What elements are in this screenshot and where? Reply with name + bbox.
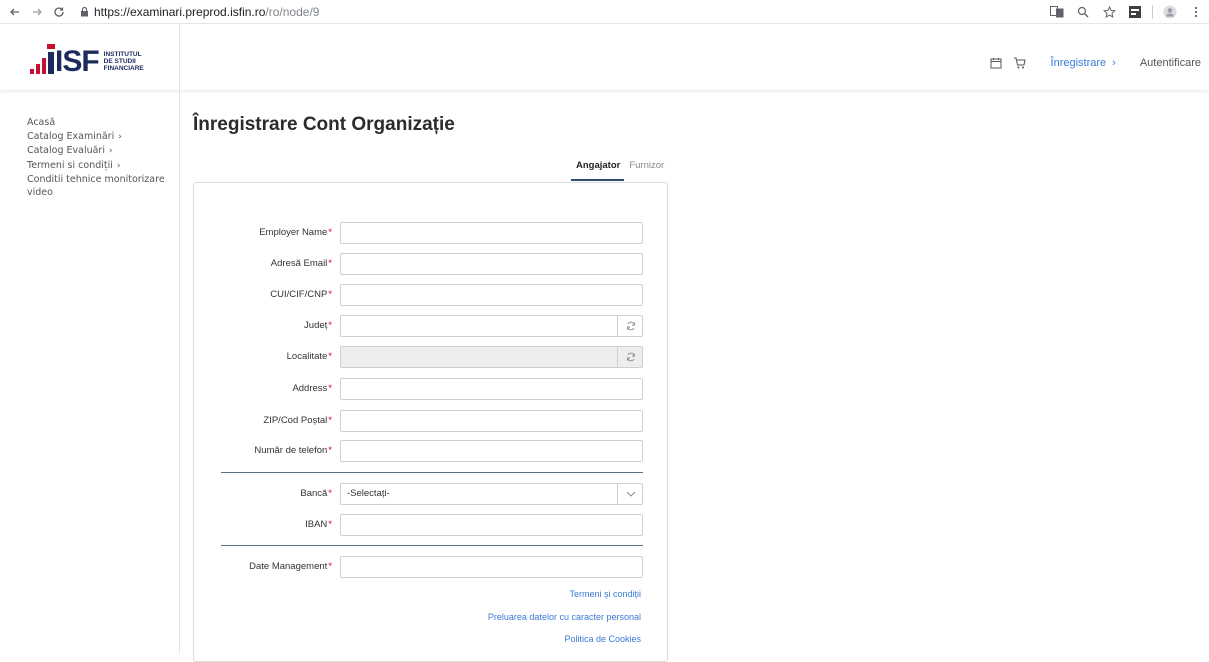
field-label: Employer Name* bbox=[259, 227, 332, 238]
register-link[interactable]: Înregistrare › bbox=[1051, 57, 1116, 69]
url-host: https://examinari.preprod.isfin.ro bbox=[94, 4, 266, 19]
form-row-address: Address* bbox=[194, 378, 669, 400]
sidebar-item-exam-catalog[interactable]: Catalog Examinări › bbox=[27, 130, 177, 144]
back-icon[interactable] bbox=[4, 1, 26, 23]
field-label: Localitate* bbox=[286, 351, 332, 362]
sidebar-item-home[interactable]: Acasă bbox=[27, 116, 177, 129]
tab-employer[interactable]: Angajator bbox=[571, 157, 625, 181]
form-row-email: Adresă Email* bbox=[194, 253, 669, 275]
logo-bars-icon bbox=[30, 50, 46, 74]
sidebar-item-evaluation-catalog[interactable]: Catalog Evaluări › bbox=[27, 144, 177, 158]
form-row-locality: Localitate* bbox=[194, 346, 669, 368]
menu-dots-icon[interactable] bbox=[1187, 3, 1205, 21]
toolbar-separator bbox=[1152, 5, 1153, 19]
form-row-employer-name: Employer Name* bbox=[194, 222, 669, 244]
logo-i-mark bbox=[47, 44, 55, 74]
county-input[interactable] bbox=[340, 315, 643, 337]
chevron-right-icon: › bbox=[118, 131, 122, 142]
url-path: /ro/node/9 bbox=[265, 4, 320, 19]
extension-icon[interactable] bbox=[1126, 3, 1144, 21]
translate-icon[interactable] bbox=[1048, 3, 1066, 21]
forward-icon[interactable] bbox=[26, 1, 48, 23]
section-divider bbox=[221, 545, 643, 546]
form-row-bank: Bancă* -Selectați- bbox=[194, 483, 669, 505]
field-label: Adresă Email* bbox=[270, 258, 332, 269]
form-row-cui: CUI/CIF/CNP* bbox=[194, 284, 669, 306]
site-header: ISF INSTITUTUL DE STUDII FINANCIARE Înre… bbox=[0, 24, 1209, 90]
logo-text: ISF bbox=[55, 45, 100, 78]
login-link[interactable]: Autentificare bbox=[1140, 57, 1201, 69]
chevron-right-icon: › bbox=[1112, 57, 1116, 69]
sidebar-item-terms[interactable]: Termeni si condiții › bbox=[27, 159, 177, 173]
page-title: Înregistrare Cont Organizație bbox=[193, 114, 455, 135]
section-divider bbox=[221, 472, 643, 473]
registration-form: Employer Name* Adresă Email* CUI/CIF/CNP… bbox=[193, 182, 668, 662]
account-type-tabs: Angajator Furnizor bbox=[571, 157, 668, 181]
logo-subtitle: INSTITUTUL DE STUDII FINANCIARE bbox=[103, 51, 144, 72]
form-row-county: Județ* bbox=[194, 315, 669, 337]
reload-icon[interactable] bbox=[48, 1, 70, 23]
employer-name-input[interactable] bbox=[340, 222, 643, 244]
cookie-policy-link[interactable]: Politica de Cookies bbox=[341, 634, 641, 644]
chevron-right-icon: › bbox=[116, 160, 121, 171]
profile-avatar-icon[interactable] bbox=[1161, 3, 1179, 21]
sidebar: Acasă Catalog Examinări › Catalog Evaluăr… bbox=[0, 90, 180, 653]
field-label: CUI/CIF/CNP* bbox=[270, 289, 332, 300]
phone-input[interactable] bbox=[340, 440, 643, 462]
field-label: ZIP/Cod Poștal* bbox=[263, 415, 332, 426]
form-row-phone: Număr de telefon* bbox=[194, 440, 669, 462]
form-row-zip: ZIP/Cod Poștal* bbox=[194, 410, 669, 432]
zoom-icon[interactable] bbox=[1074, 3, 1092, 21]
locality-input bbox=[340, 346, 643, 368]
header-divider bbox=[179, 24, 180, 90]
personal-data-link[interactable]: Preluarea datelor cu caracter personal bbox=[341, 612, 641, 622]
address-input[interactable] bbox=[340, 378, 643, 400]
address-bar[interactable]: https://examinari.preprod.isfin.ro/ro/no… bbox=[78, 2, 319, 22]
form-row-iban: IBAN* bbox=[194, 514, 669, 536]
refresh-icon[interactable] bbox=[617, 315, 643, 337]
refresh-icon[interactable] bbox=[617, 346, 643, 368]
chevron-down-icon[interactable] bbox=[617, 483, 643, 505]
field-label: IBAN* bbox=[305, 519, 332, 530]
field-label: Număr de telefon* bbox=[254, 445, 332, 456]
chevron-right-icon: › bbox=[108, 146, 113, 156]
field-label: Date Management* bbox=[249, 561, 332, 572]
bank-select-value: -Selectați- bbox=[347, 488, 390, 499]
date-management-input[interactable] bbox=[340, 556, 643, 578]
cart-icon[interactable] bbox=[1013, 56, 1027, 70]
sidebar-item-video-monitoring[interactable]: Conditii tehnice monitorizare video bbox=[27, 173, 177, 199]
terms-link[interactable]: Termeni și condiții bbox=[341, 589, 641, 599]
form-row-date-management: Date Management* bbox=[194, 556, 669, 578]
iban-input[interactable] bbox=[340, 514, 643, 536]
tab-supplier[interactable]: Furnizor bbox=[624, 157, 668, 181]
bookmark-star-icon[interactable] bbox=[1100, 3, 1118, 21]
sidebar-menu: Acasă Catalog Examinări › Catalog Evaluăr… bbox=[27, 116, 177, 200]
cui-cif-cnp-input[interactable] bbox=[340, 284, 643, 306]
calendar-icon[interactable] bbox=[989, 56, 1003, 70]
email-input[interactable] bbox=[340, 253, 643, 275]
zip-code-input[interactable] bbox=[340, 410, 643, 432]
field-label: Bancă* bbox=[300, 488, 332, 499]
browser-toolbar: https://examinari.preprod.isfin.ro/ro/no… bbox=[0, 0, 1209, 24]
isf-logo[interactable]: ISF INSTITUTUL DE STUDII FINANCIARE bbox=[30, 38, 170, 78]
lock-icon bbox=[78, 6, 90, 18]
field-label: Județ* bbox=[304, 320, 332, 331]
field-label: Address* bbox=[292, 383, 332, 394]
